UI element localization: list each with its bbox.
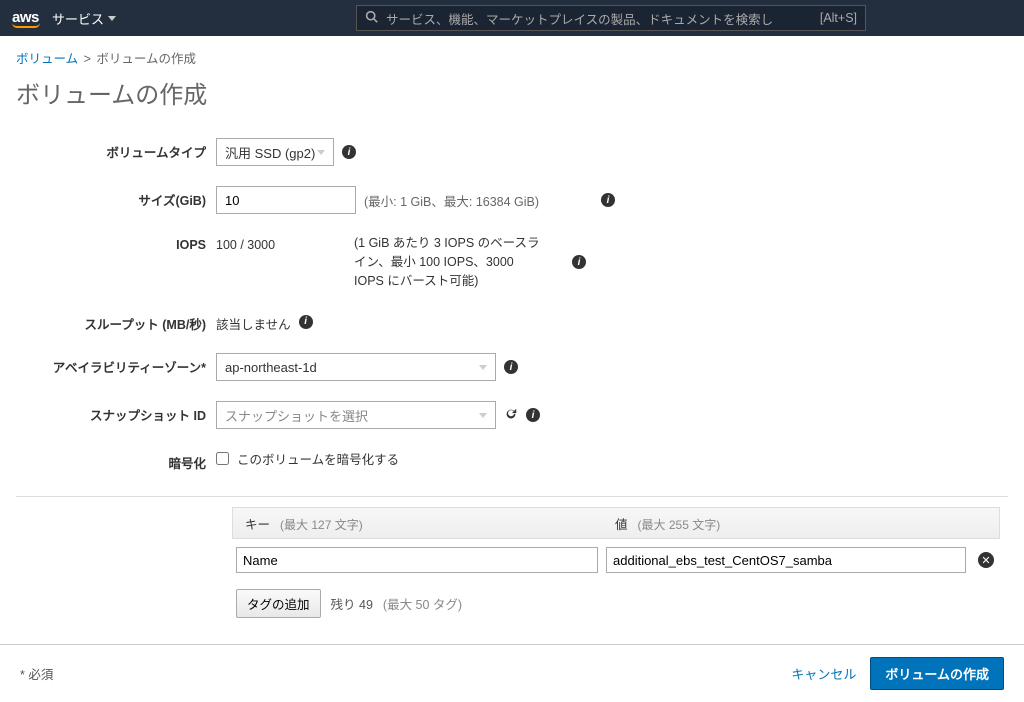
services-menu[interactable]: サービス: [52, 9, 116, 28]
info-icon[interactable]: i: [572, 255, 586, 269]
snapshot-label: スナップショット ID: [16, 401, 216, 424]
info-icon[interactable]: i: [526, 408, 540, 422]
create-volume-button[interactable]: ボリュームの作成: [870, 657, 1004, 690]
throughput-label: スループット (MB/秒): [16, 310, 216, 333]
volume-type-label: ボリュームタイプ: [16, 138, 216, 161]
add-tag-button[interactable]: タグの追加: [236, 589, 321, 618]
tags-remaining: 残り 49: [331, 594, 373, 613]
size-label: サイズ(GiB): [16, 186, 216, 209]
size-input[interactable]: [216, 186, 356, 214]
chevron-down-icon: [317, 150, 325, 155]
breadcrumb-current: ボリュームの作成: [96, 52, 196, 66]
encrypt-label: 暗号化: [16, 449, 216, 472]
search-input[interactable]: サービス、機能、マーケットプレイスの製品、ドキュメントを検索し [Alt+S]: [356, 5, 866, 31]
encrypt-checkbox[interactable]: [216, 452, 229, 465]
tag-key-header: キー: [245, 514, 270, 533]
throughput-value: 該当しません: [216, 310, 291, 333]
remove-tag-icon[interactable]: ✕: [978, 552, 994, 568]
tag-value-header: 値: [615, 514, 628, 533]
az-label: アベイラビリティーゾーン*: [16, 353, 216, 376]
refresh-icon[interactable]: [504, 407, 518, 424]
search-placeholder: サービス、機能、マーケットプレイスの製品、ドキュメントを検索し: [386, 9, 820, 28]
info-icon[interactable]: i: [299, 315, 313, 329]
size-hint: (最小: 1 GiB、最大: 16384 GiB): [364, 191, 539, 210]
required-note: * 必須: [20, 664, 53, 683]
volume-type-select[interactable]: 汎用 SSD (gp2): [216, 138, 334, 166]
tag-value-hint: (最大 255 文字): [638, 516, 721, 533]
encrypt-checkbox-label: このボリュームを暗号化する: [237, 449, 399, 468]
tag-header: キー (最大 127 文字) 値 (最大 255 文字): [232, 507, 1000, 539]
search-icon: [365, 10, 378, 26]
breadcrumb-parent[interactable]: ボリューム: [16, 52, 78, 66]
tag-key-hint: (最大 127 文字): [280, 516, 363, 533]
chevron-down-icon: [479, 365, 487, 370]
caret-down-icon: [108, 16, 116, 21]
tag-key-input[interactable]: [236, 547, 598, 573]
tag-row: ✕: [232, 539, 1000, 581]
breadcrumb: ボリューム > ボリュームの作成: [0, 36, 1024, 71]
chevron-down-icon: [479, 413, 487, 418]
tags-max: (最大 50 タグ): [383, 594, 462, 613]
iops-note: (1 GiB あたり 3 IOPS のベースライン、最小 100 IOPS、30…: [354, 234, 544, 290]
info-icon[interactable]: i: [342, 145, 356, 159]
iops-value: 100 / 3000: [216, 234, 346, 252]
info-icon[interactable]: i: [601, 193, 615, 207]
iops-label: IOPS: [16, 234, 216, 252]
cancel-button[interactable]: キャンセル: [791, 664, 856, 683]
aws-logo[interactable]: aws: [12, 9, 40, 28]
search-shortcut: [Alt+S]: [820, 11, 857, 25]
info-icon[interactable]: i: [504, 360, 518, 374]
page-title: ボリュームの作成: [0, 71, 1024, 128]
tag-value-input[interactable]: [606, 547, 966, 573]
az-select[interactable]: ap-northeast-1d: [216, 353, 496, 381]
snapshot-select[interactable]: スナップショットを選択: [216, 401, 496, 429]
